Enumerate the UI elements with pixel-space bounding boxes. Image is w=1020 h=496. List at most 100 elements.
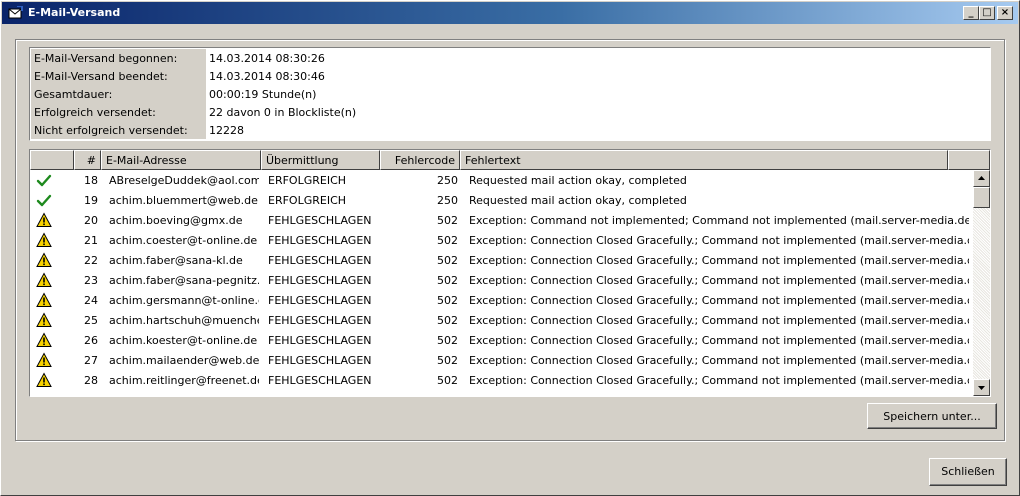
row-error-code: 250: [437, 174, 458, 187]
row-error-code: 502: [437, 234, 458, 247]
warning-icon: [36, 352, 52, 368]
row-email: achim.faber@sana-kl.de: [109, 254, 243, 267]
app-icon: [8, 5, 23, 20]
info-row-ended: E-Mail-Versand beendet: 14.03.2014 08:30…: [31, 67, 989, 85]
column-header-status[interactable]: [30, 150, 74, 170]
row-number: 27: [84, 354, 98, 367]
close-button[interactable]: Schließen: [929, 458, 1007, 486]
warning-icon: [36, 312, 52, 328]
check-icon: [36, 172, 52, 188]
row-error-text: Requested mail action okay, completed: [469, 194, 687, 207]
row-error-text: Exception: Connection Closed Gracefully.…: [469, 354, 969, 367]
row-email: ABreselgeDuddek@aol.com: [109, 174, 259, 187]
row-error-code: 502: [437, 374, 458, 387]
row-error-text: Exception: Connection Closed Gracefully.…: [469, 234, 969, 247]
table-row[interactable]: 28 achim.reitlinger@freenet.de FEHLGESCHLA…: [30, 370, 973, 390]
row-transmission: FEHLGESCHLAGEN: [268, 354, 372, 367]
arrow-down-icon: [978, 386, 985, 390]
row-error-text: Exception: Connection Closed Gracefully.…: [469, 254, 969, 267]
info-value: 22 davon 0 in Blockliste(n): [209, 106, 357, 119]
table-row[interactable]: 23 achim.faber@sana-pegnitz.de FEHLGESCHLA…: [30, 270, 973, 290]
table-row[interactable]: 25 achim.hartschuh@muenche… FEHLGESCHLAGEN…: [30, 310, 973, 330]
window-title: E-Mail-Versand: [28, 6, 121, 19]
info-label: Nicht erfolgreich versendet:: [31, 121, 206, 139]
warning-icon: [36, 332, 52, 348]
row-error-code: 502: [437, 354, 458, 367]
table-row[interactable]: 26 achim.koester@t-online.de FEHLGESCHLAGE…: [30, 330, 973, 350]
row-number: 20: [84, 214, 98, 227]
title-bar[interactable]: E-Mail-Versand _ □ ×: [2, 2, 1018, 24]
warning-icon: [36, 252, 52, 268]
row-number: 23: [84, 274, 98, 287]
table-row[interactable]: 24 achim.gersmann@t-online.de FEHLGESCHLAG…: [30, 290, 973, 310]
row-email: achim.gersmann@t-online.de: [109, 294, 259, 307]
row-email: achim.koester@t-online.de: [109, 334, 258, 347]
row-transmission: FEHLGESCHLAGEN: [268, 374, 372, 387]
scroll-thumb[interactable]: [973, 187, 990, 208]
row-email: achim.coester@t-online.de: [109, 234, 258, 247]
table-row[interactable]: 27 achim.mailaender@web.de FEHLGESCHLAGEN 5…: [30, 350, 973, 370]
row-email: achim.reitlinger@freenet.de: [109, 374, 259, 387]
row-error-code: 250: [437, 194, 458, 207]
row-email: achim.hartschuh@muenche…: [109, 314, 259, 327]
row-error-text: Exception: Command not implemented; Comm…: [469, 214, 969, 227]
info-label: Erfolgreich versendet:: [31, 103, 206, 121]
row-error-text: Exception: Connection Closed Gracefully.…: [469, 374, 969, 387]
row-error-text: Exception: Connection Closed Gracefully.…: [469, 294, 969, 307]
warning-icon: [36, 212, 52, 228]
table-row[interactable]: 20 achim.boeving@gmx.de FEHLGESCHLAGEN 502 E…: [30, 210, 973, 230]
row-error-code: 502: [437, 254, 458, 267]
row-transmission: FEHLGESCHLAGEN: [268, 214, 372, 227]
table-row[interactable]: 21 achim.coester@t-online.de FEHLGESCHLAGE…: [30, 230, 973, 250]
row-number: 18: [84, 174, 98, 187]
info-row-success: Erfolgreich versendet: 22 davon 0 in Blo…: [31, 103, 989, 121]
row-transmission: FEHLGESCHLAGEN: [268, 334, 372, 347]
row-number: 28: [84, 374, 98, 387]
scroll-down-button[interactable]: [973, 379, 990, 396]
warning-icon: [36, 372, 52, 388]
table-row[interactable]: 18 ABreselgeDuddek@aol.com ERFOLGREICH 250 R…: [30, 170, 973, 190]
info-value: 00:00:19 Stunde(n): [209, 88, 317, 101]
row-number: 19: [84, 194, 98, 207]
results-table[interactable]: # E-Mail-Adresse Übermittlung Fehlercode…: [29, 149, 991, 397]
info-value: 14.03.2014 08:30:46: [209, 70, 325, 83]
table-row[interactable]: 19 achim.bluemmert@web.de ERFOLGREICH 250 Re…: [30, 190, 973, 210]
column-header-number[interactable]: #: [74, 150, 101, 170]
scroll-up-button[interactable]: [973, 170, 990, 187]
row-transmission: ERFOLGREICH: [268, 194, 347, 207]
row-transmission: FEHLGESCHLAGEN: [268, 274, 372, 287]
warning-icon: [36, 272, 52, 288]
column-header-email[interactable]: E-Mail-Adresse: [101, 150, 261, 170]
row-error-code: 502: [437, 314, 458, 327]
row-transmission: FEHLGESCHLAGEN: [268, 254, 372, 267]
column-header-error-code[interactable]: Fehlercode: [380, 150, 460, 170]
row-email: achim.bluemmert@web.de: [109, 194, 258, 207]
info-label: Gesamtdauer:: [31, 85, 206, 103]
info-value: 14.03.2014 08:30:26: [209, 52, 325, 65]
maximize-button[interactable]: □: [979, 6, 995, 20]
info-row-started: E-Mail-Versand begonnen: 14.03.2014 08:3…: [31, 49, 989, 67]
warning-icon: [36, 232, 52, 248]
info-label: E-Mail-Versand beendet:: [31, 67, 206, 85]
row-error-code: 502: [437, 334, 458, 347]
row-email: achim.mailaender@web.de: [109, 354, 259, 367]
table-row[interactable]: 22 achim.faber@sana-kl.de FEHLGESCHLAGEN 50…: [30, 250, 973, 270]
column-header-transmission[interactable]: Übermittlung: [261, 150, 380, 170]
row-transmission: FEHLGESCHLAGEN: [268, 234, 372, 247]
row-number: 22: [84, 254, 98, 267]
row-email: achim.faber@sana-pegnitz.de: [109, 274, 259, 287]
info-value: 12228: [209, 124, 244, 137]
row-transmission: FEHLGESCHLAGEN: [268, 294, 372, 307]
row-error-code: 502: [437, 294, 458, 307]
row-error-text: Exception: Connection Closed Gracefully.…: [469, 334, 969, 347]
info-row-duration: Gesamtdauer: 00:00:19 Stunde(n): [31, 85, 989, 103]
column-header-error-text[interactable]: Fehlertext: [460, 150, 948, 170]
row-number: 24: [84, 294, 98, 307]
vertical-scrollbar[interactable]: [973, 170, 990, 396]
row-email: achim.boeving@gmx.de: [109, 214, 243, 227]
row-error-code: 502: [437, 214, 458, 227]
minimize-button[interactable]: _: [963, 6, 979, 20]
save-as-button[interactable]: Speichern unter...: [867, 403, 997, 429]
close-window-button[interactable]: ×: [997, 6, 1013, 20]
row-error-text: Exception: Connection Closed Gracefully.…: [469, 314, 969, 327]
